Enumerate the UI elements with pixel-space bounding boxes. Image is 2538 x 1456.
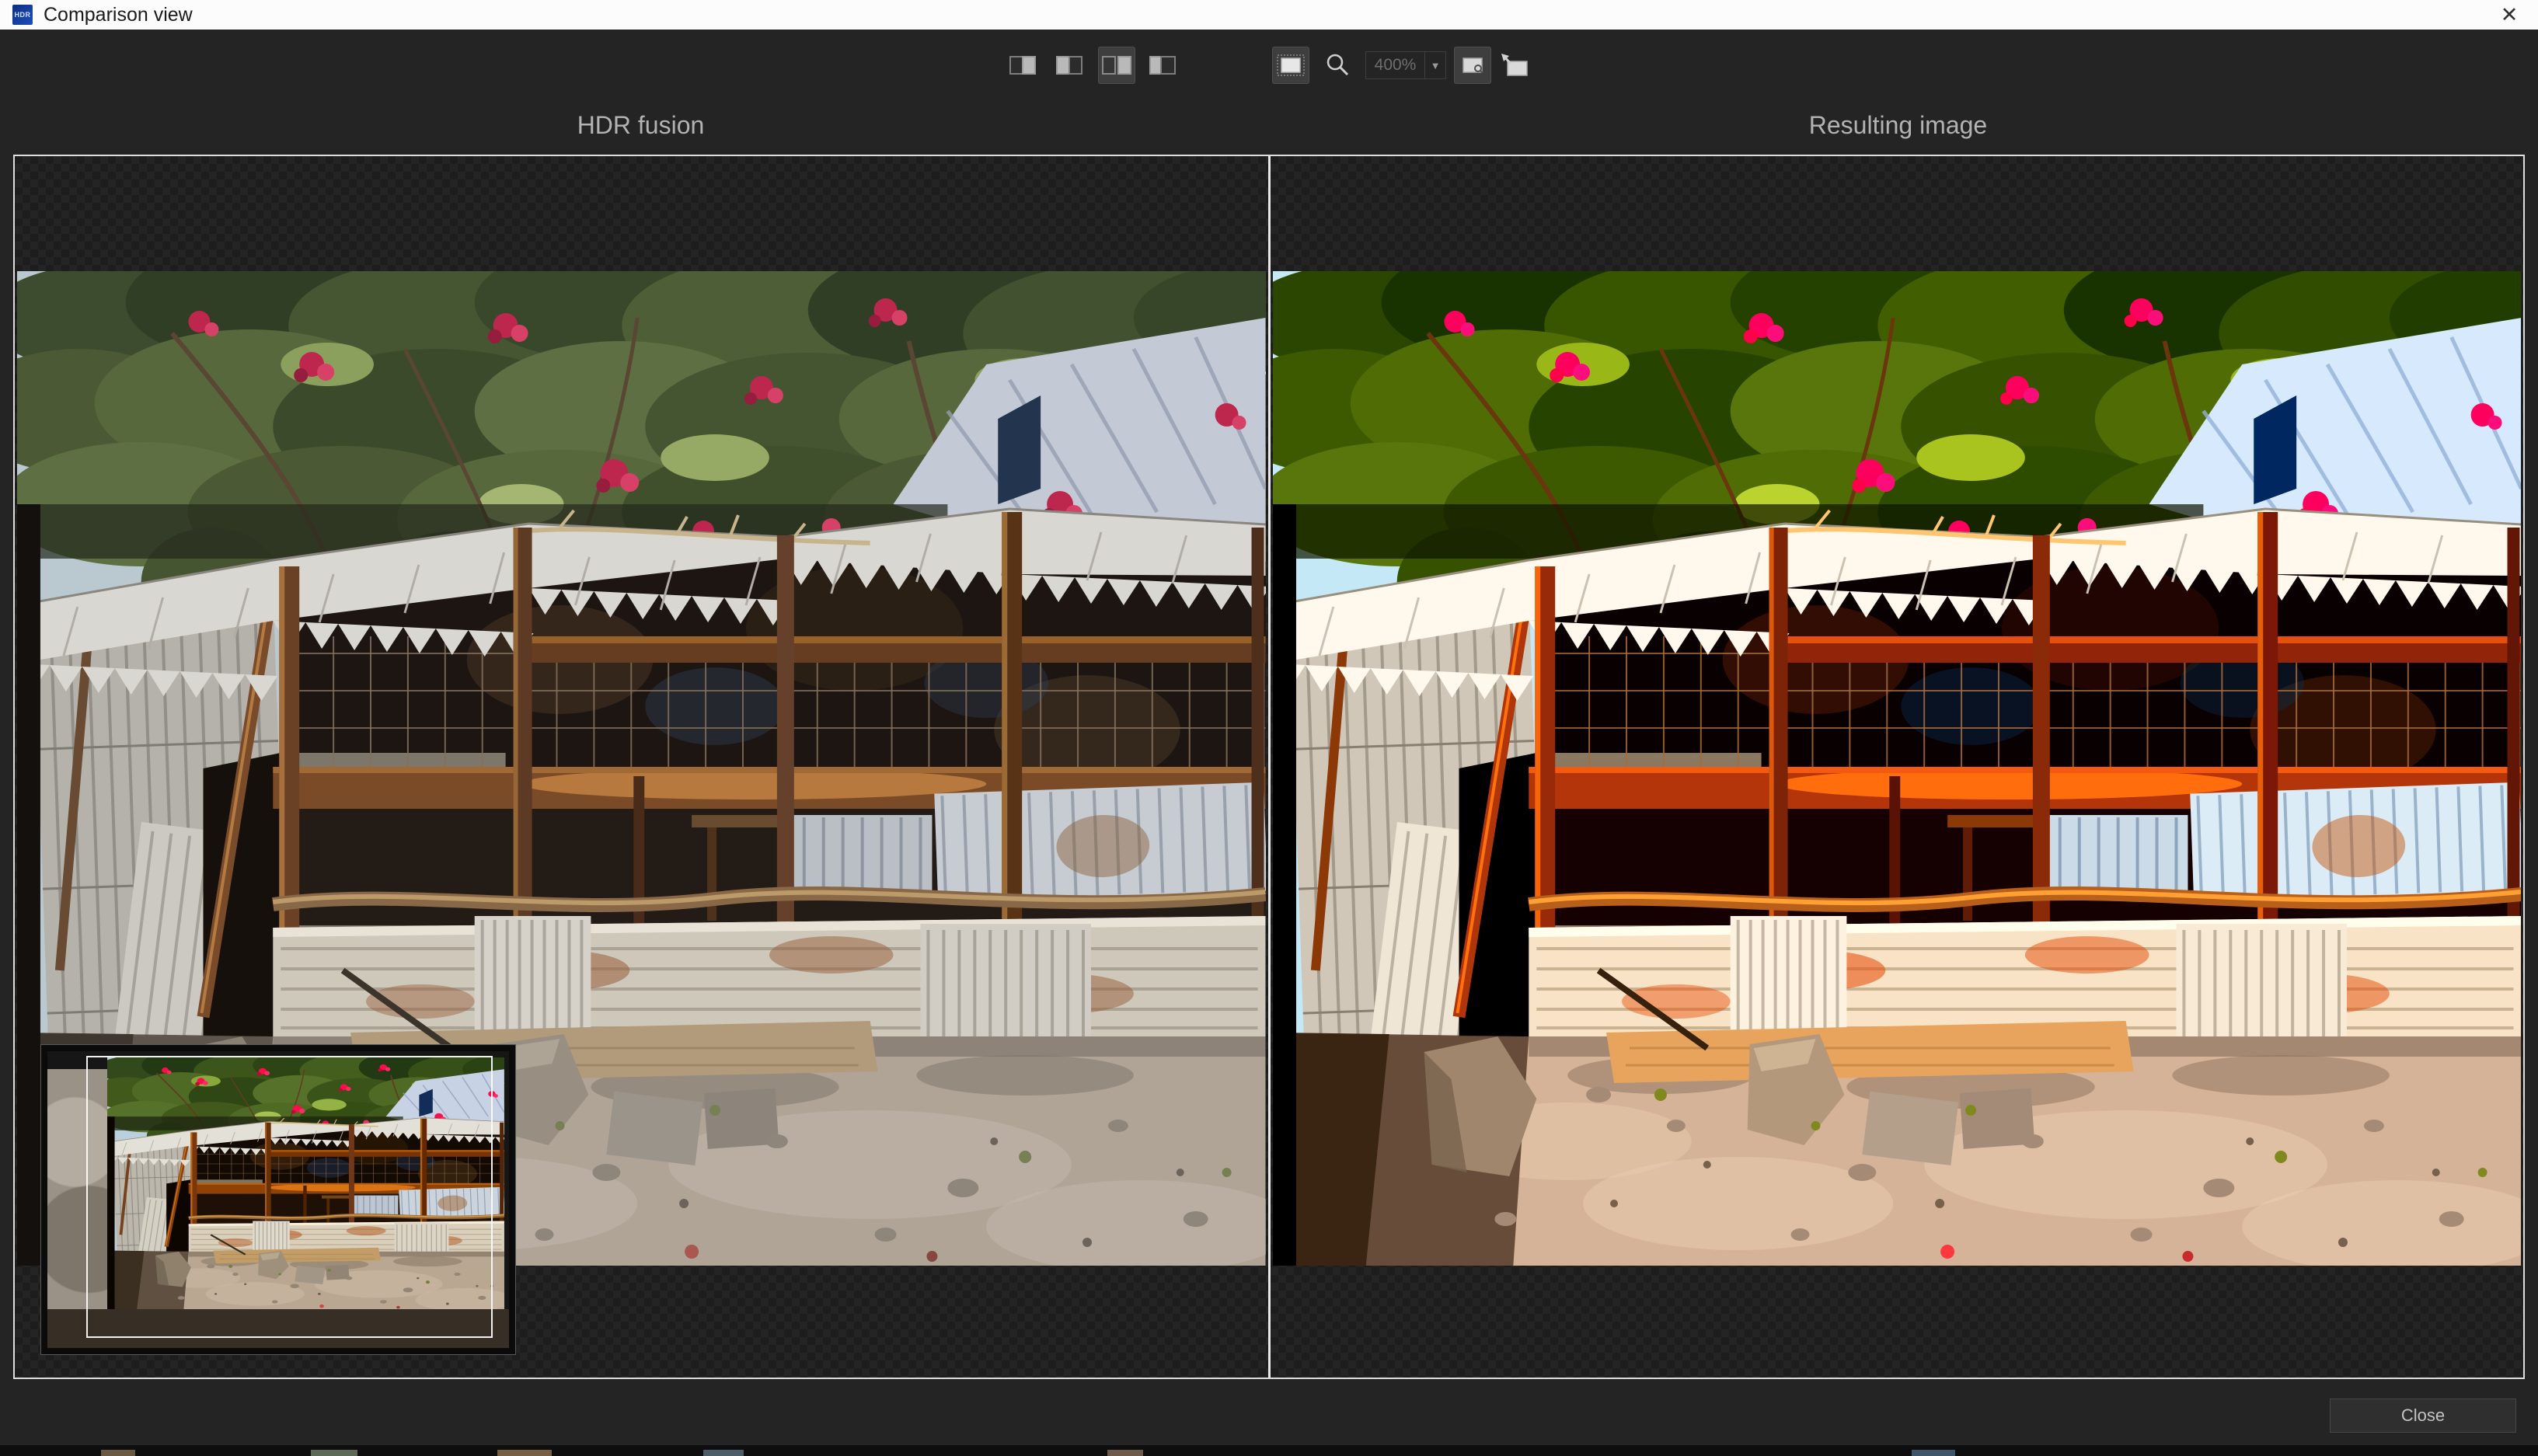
fit-to-window-icon: [1500, 53, 1529, 78]
window-title: Comparison view: [44, 4, 193, 26]
full-image-view-button[interactable]: [1272, 47, 1309, 84]
navigator-view-rectangle[interactable]: [86, 1056, 493, 1338]
zoom-actual-size-button[interactable]: [1454, 47, 1491, 84]
comparison-toolbar: 400% ▼: [1005, 47, 1533, 84]
comparison-panels: [13, 155, 2525, 1379]
titlebar: HDR Comparison view ✕: [0, 0, 2538, 30]
hdr-fusion-panel[interactable]: [15, 156, 1268, 1378]
resulting-image[interactable]: [1273, 271, 2522, 1266]
window-close-button[interactable]: ✕: [2491, 0, 2527, 30]
background-fragment: [703, 1450, 744, 1456]
background-fragment: [311, 1450, 357, 1456]
zoom-level-value: 400%: [1366, 56, 1424, 75]
background-fragment: [1107, 1450, 1143, 1456]
view-mode-split-icon: [1148, 54, 1179, 77]
app-icon: HDR: [12, 5, 33, 25]
background-fragment: [101, 1450, 135, 1456]
fit-to-window-button[interactable]: [1496, 47, 1533, 84]
background-fragment: [1912, 1450, 1955, 1456]
right-pane-label: Resulting image: [1271, 107, 2525, 143]
view-mode-side-by-side-icon: [1101, 54, 1132, 77]
zoom-actual-size-icon: [1459, 54, 1487, 76]
view-mode-left-highlight-button[interactable]: [1051, 47, 1089, 84]
chevron-down-icon[interactable]: ▼: [1425, 60, 1445, 71]
navigator-thumbnail[interactable]: [40, 1044, 516, 1355]
magnifier-button[interactable]: [1319, 47, 1356, 84]
close-button[interactable]: Close: [2330, 1399, 2516, 1433]
bottom-edge-strip: [0, 1445, 2538, 1456]
view-mode-split-button[interactable]: [1145, 47, 1182, 84]
view-mode-left-highlight-icon: [1055, 54, 1086, 77]
navigator-preview: [47, 1051, 509, 1348]
zoom-level-dropdown[interactable]: 400% ▼: [1365, 51, 1446, 79]
left-pane-label: HDR fusion: [13, 107, 1268, 143]
view-mode-right-highlight-icon: [1008, 54, 1039, 77]
view-mode-side-by-side-button[interactable]: [1098, 47, 1135, 84]
background-fragment: [497, 1450, 552, 1456]
comparison-view-window: HDR Comparison view ✕: [0, 0, 2538, 1456]
resulting-image-panel[interactable]: [1271, 156, 2524, 1378]
view-mode-right-highlight-button[interactable]: [1005, 47, 1042, 84]
magnifier-icon: [1324, 52, 1351, 78]
full-image-view-icon: [1275, 53, 1306, 78]
